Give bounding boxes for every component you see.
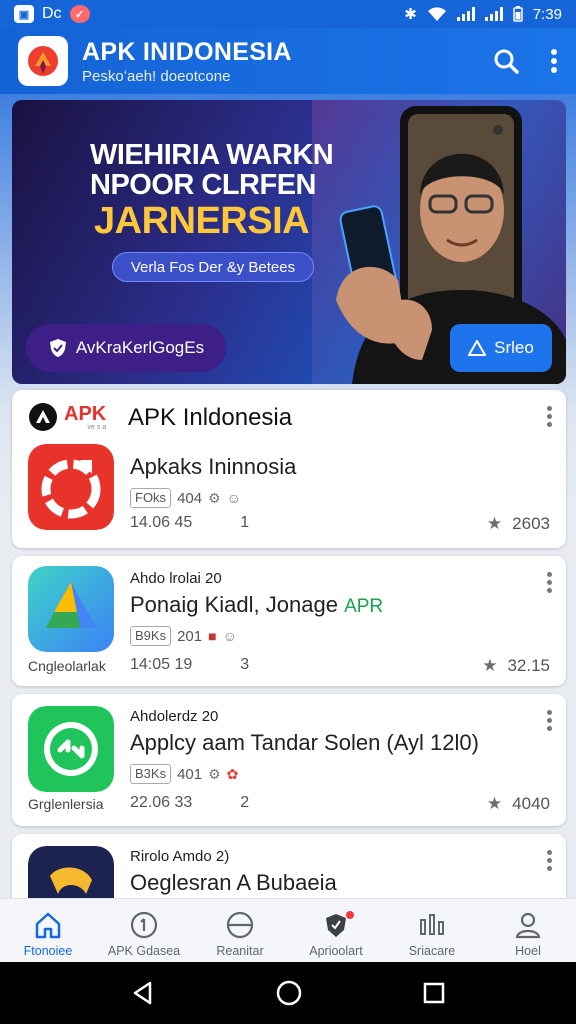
app-badge: APR [344,596,384,617]
app-icon[interactable] [28,846,114,898]
dc-notification-label: Dc [42,5,62,22]
equalizer-icon [420,914,444,935]
banner-pill[interactable]: Verla Fos Der &y Betees [112,252,314,282]
app-publisher: Grglenlersia [28,796,104,812]
app-size: 404 [177,489,203,507]
app-caption: Ahdo lrolai 20 [130,570,222,587]
more-options-icon[interactable] [546,406,552,428]
notification-dot [345,911,354,919]
app-notification-icon: ▣ [14,5,34,23]
card-header-title: APK Inldonesia [128,404,293,431]
home-icon [35,912,61,939]
app-title: APK INIDONESIA [82,37,292,66]
recents-icon[interactable] [422,981,446,1005]
apk-logo-icon [29,403,57,431]
app-stats: 14.06 45 1 [130,514,250,531]
back-icon[interactable] [130,980,156,1006]
main-feed[interactable]: WIEHIRIA WARKN NPOOR CLRFEN JARNERSIA Ve… [0,94,576,898]
signal-icon [456,7,475,21]
app-stats: 22.06 33 2 [130,794,250,811]
app-icon[interactable] [28,444,114,530]
banner-highlight: JARNERSIA [94,200,310,242]
home-circle-icon[interactable] [275,979,303,1007]
star-icon: ★ [486,794,503,813]
app-card[interactable]: Cngleolarlak Ahdo lrolai 20 Ponaig Kiadl… [12,556,566,686]
app-bar: APK INIDONESIA Peskoʻaeh! doeotcone [0,28,576,94]
app-card[interactable]: Rirolo Amdo 2) Oeglesran A Bubaeia [12,834,566,898]
star-icon: ★ [486,514,503,533]
app-tag: B9Ks [130,626,172,646]
app-meta: B9Ks 201 ■ ☺ [130,626,237,646]
status-bar: ▣ Dc ✓ ✱ 7:39 [0,0,576,28]
banner-primary-button[interactable]: AvKraKerlGogEs [26,324,226,372]
app-rating: ★ 32.15 [482,656,550,675]
app-card[interactable]: APK ve s a APK Inldonesia Apkaks Ininnos… [12,390,566,548]
system-navigation-bar [0,962,576,1024]
app-rating: ★ 2603 [486,514,550,533]
app-rating: ★ 4040 [486,794,550,813]
bottom-navigation: Ftonoiee APK Gdasea Reanitar Aprioolart … [0,898,576,962]
wifi-icon [427,7,446,21]
app-tag: FOks [130,488,172,508]
badge-icon: ✿ [226,765,239,782]
apk-brand-badge: APK ve s a [28,402,106,432]
app-tag: B3Ks [130,764,172,784]
app-icon[interactable] [28,566,114,652]
bluetooth-icon: ✱ [404,6,417,23]
gear-icon: ⚙ [208,765,221,782]
nav-item-aprioolart[interactable]: Aprioolart [288,899,384,962]
app-name[interactable]: Applcy aam Tandar Solen (Ayl 12l0) [130,730,479,756]
clock-time: 7:39 [532,5,562,23]
app-size: 401 [177,765,203,783]
banner-headline: WIEHIRIA WARKN NPOOR CLRFEN [90,139,334,201]
app-publisher: Cngleolarlak [28,658,106,674]
more-options-icon[interactable] [546,850,552,872]
star-icon: ★ [482,656,498,675]
app-size: 201 [177,627,203,645]
app-name[interactable]: Apkaks Ininnosia [130,454,296,480]
search-icon[interactable] [492,47,520,75]
flag-icon: ■ [208,628,217,644]
face-icon: ☺ [226,490,241,506]
person-icon [515,912,541,939]
app-card[interactable]: Grglenlersia Ahdolerdz 20 Applcy aam Tan… [12,694,566,826]
app-caption: Ahdolerdz 20 [130,708,219,725]
nav-item-sriacare[interactable]: Sriacare [384,899,480,962]
more-options-icon[interactable] [550,47,558,75]
app-name[interactable]: Oeglesran A Bubaeia [130,870,337,896]
nav-item-hoel[interactable]: Hoel [480,899,576,962]
nav-item-reanitar[interactable]: Reanitar [192,899,288,962]
nav-item-home[interactable]: Ftonoiee [0,899,96,962]
app-meta: FOks 404 ⚙ ☺ [130,488,241,508]
app-caption: Rirolo Amdo 2) [130,848,230,865]
nav-item-apk[interactable]: APK Gdasea [96,899,192,962]
face-icon: ☺ [222,628,237,644]
promo-banner[interactable]: WIEHIRIA WARKN NPOOR CLRFEN JARNERSIA Ve… [12,100,566,384]
app-icon[interactable] [28,706,114,792]
more-options-icon[interactable] [546,710,552,732]
app-subtitle: Peskoʻaeh! doeotcone [82,67,231,85]
globe-icon [226,911,254,939]
gear-icon: ⚙ [208,489,221,506]
signal-icon-2 [484,7,503,21]
app-stats: 14:05 19 3 [130,656,250,673]
app-meta: B3Ks 401 ⚙ ✿ [130,764,238,784]
more-options-icon[interactable] [546,572,552,594]
battery-icon [513,6,523,22]
app-name[interactable]: Ponaig Kiadl, Jonage APR [130,592,383,618]
app-logo[interactable] [18,36,68,86]
shield-check-icon [49,339,66,357]
banner-secondary-button[interactable]: Srleo [450,324,552,372]
warning-triangle-icon [468,340,487,356]
shield-notification-icon: ✓ [69,5,90,23]
clock-icon [130,911,158,939]
